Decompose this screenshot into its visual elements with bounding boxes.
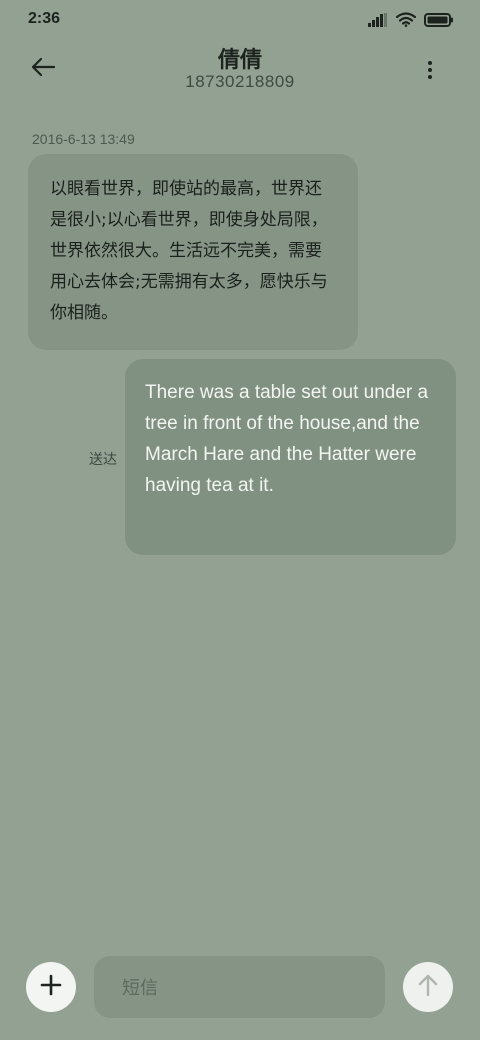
message-input[interactable]: 短信 xyxy=(94,956,385,1018)
status-icons xyxy=(368,12,454,31)
signal-icon xyxy=(368,12,388,31)
send-arrow-icon xyxy=(417,973,439,1001)
status-bar: 2:36 xyxy=(0,0,480,40)
incoming-message-bubble[interactable]: 以眼看世界，即使站的最高，世界还是很小;以心看世界，即使身处局限，世界依然很大。… xyxy=(28,154,358,350)
more-options-button[interactable] xyxy=(418,58,442,82)
battery-icon xyxy=(424,12,454,31)
message-timestamp: 2016-6-13 13:49 xyxy=(32,131,135,147)
status-time: 2:36 xyxy=(28,10,61,27)
send-button[interactable] xyxy=(403,962,453,1012)
conversation-header: 倩倩 18730218809 xyxy=(0,40,480,110)
more-vertical-icon xyxy=(428,61,432,65)
delivery-status: 送达 xyxy=(89,452,117,468)
wifi-icon xyxy=(395,12,417,31)
plus-icon xyxy=(40,974,62,1000)
contact-number: 18730218809 xyxy=(185,72,295,91)
contact-name: 倩倩 xyxy=(217,48,262,73)
outgoing-message-bubble[interactable]: There was a table set out under a tree i… xyxy=(125,359,456,555)
add-attachment-button[interactable] xyxy=(26,962,76,1012)
message-composer: 短信 xyxy=(0,950,480,1030)
